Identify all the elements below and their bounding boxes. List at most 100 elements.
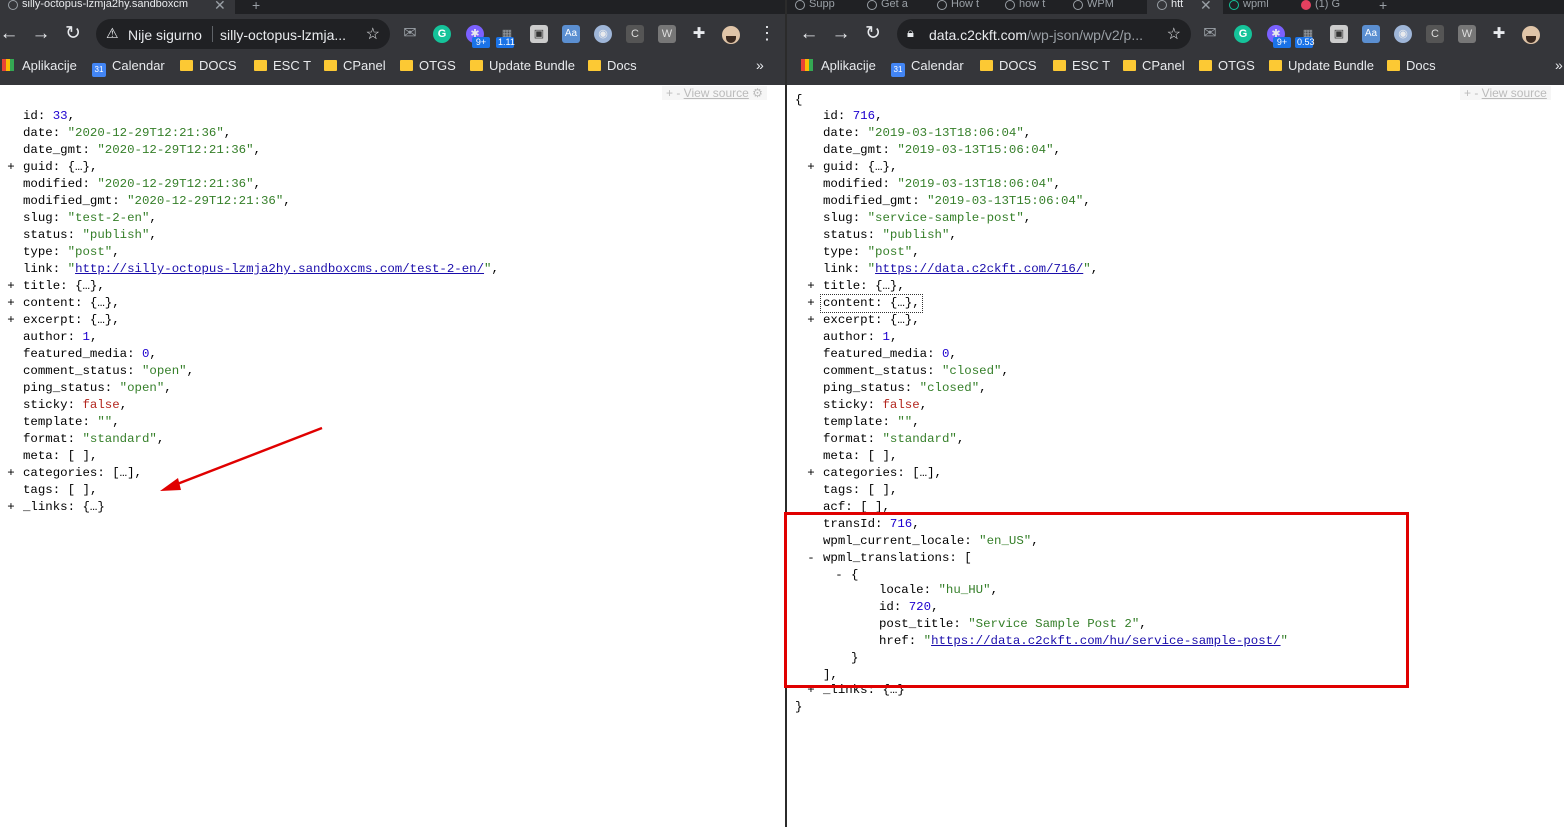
expand-toggle[interactable]: + <box>6 295 16 312</box>
tab-strip: Supp Get a How t how t WPM htt ✕ wpml (1… <box>787 0 1564 14</box>
expand-toggle[interactable]: + <box>806 312 816 329</box>
view-source-link[interactable]: View source <box>684 86 749 100</box>
bookmark-apps[interactable]: Aplikacije <box>2 58 77 73</box>
close-tab-icon[interactable]: ✕ <box>1200 0 1212 14</box>
collapse-toggle[interactable]: - <box>834 567 844 584</box>
bookmark-folder[interactable]: Docs <box>588 58 637 73</box>
bookmark-star-icon[interactable]: ☆ <box>366 24 380 44</box>
toolbar: ← → ↻ 🔒︎ data.c2ckft.com/wp-json/wp/v2/p… <box>787 17 1564 51</box>
expand-toggle[interactable]: + <box>806 159 816 176</box>
puzzle-icon[interactable]: ✚ <box>1490 25 1508 43</box>
json-link[interactable]: https://data.c2ckft.com/hu/service-sampl… <box>931 634 1280 648</box>
tab[interactable]: how t <box>1005 0 1065 14</box>
tab[interactable]: Supp <box>795 0 861 14</box>
address-bar[interactable]: ⚠ Nije sigurno silly-octopus-lzmja... ☆ <box>96 19 390 49</box>
bookmark-folder[interactable]: CPanel <box>324 58 386 73</box>
bookmark-folder[interactable]: CPanel <box>1123 58 1185 73</box>
bookmark-folder[interactable]: Docs <box>1387 58 1436 73</box>
expand-toggle[interactable]: + <box>6 465 16 482</box>
new-tab-button[interactable]: + <box>252 0 260 13</box>
bookmark-apps[interactable]: Aplikacije <box>801 58 876 73</box>
url-text[interactable]: silly-octopus-lzmja... <box>220 27 346 43</box>
toolbar: ← → ↻ ⚠ Nije sigurno silly-octopus-lzmja… <box>0 17 785 51</box>
mail-icon[interactable]: ✉ <box>401 25 419 43</box>
collapse-toggle[interactable]: - <box>806 550 816 567</box>
dictionary-icon[interactable]: Aa <box>562 25 580 43</box>
bookmark-folder[interactable]: OTGS <box>1199 58 1255 73</box>
bookmark-folder[interactable]: Update Bundle <box>1269 58 1374 73</box>
bookmark-calendar[interactable]: 31 Calendar <box>891 58 964 77</box>
tab[interactable]: Get a <box>867 0 929 14</box>
arrow-head <box>160 478 181 491</box>
image-ext-icon[interactable]: ▣ <box>530 25 548 43</box>
forward-button[interactable]: → <box>28 21 54 47</box>
puzzle-icon[interactable]: ✚ <box>690 25 708 43</box>
json-link[interactable]: https://data.c2ckft.com/716/ <box>875 262 1083 276</box>
w-ext-icon[interactable]: W <box>658 25 676 43</box>
view-source-control[interactable]: + - View source <box>1460 86 1551 100</box>
json-link[interactable]: http://silly-octopus-lzmja2hy.sandboxcms… <box>75 262 484 276</box>
new-tab-button[interactable]: + <box>1379 0 1387 13</box>
circle-ext-icon[interactable]: ◉ <box>1394 25 1412 43</box>
bookmark-folder[interactable]: ESC T <box>1053 58 1110 73</box>
grammarly-icon[interactable]: G <box>433 25 451 43</box>
tab[interactable]: wpml <box>1229 0 1295 14</box>
address-bar[interactable]: 🔒︎ data.c2ckft.com/wp-json/wp/v2/p... ☆ <box>897 19 1191 49</box>
bookmark-star-icon[interactable]: ☆ <box>1167 24 1181 44</box>
globe-icon <box>1073 0 1083 10</box>
bookmark-folder[interactable]: DOCS <box>980 58 1037 73</box>
view-source-link[interactable]: View source <box>1482 86 1547 100</box>
tab[interactable]: (1) G <box>1301 0 1365 14</box>
close-tab-icon[interactable]: ✕ <box>214 0 226 14</box>
tab[interactable]: WPM <box>1073 0 1137 14</box>
bookmark-folder[interactable]: OTGS <box>400 58 456 73</box>
expand-toggle[interactable]: + <box>6 499 16 516</box>
back-button[interactable]: ← <box>796 21 822 47</box>
globe-icon <box>1005 0 1015 10</box>
calendar-icon: 31 <box>92 63 106 77</box>
circle-ext-icon[interactable]: ◉ <box>594 25 612 43</box>
annotation-arrow <box>160 426 323 491</box>
bookmarks-overflow-button[interactable]: » <box>1555 57 1563 73</box>
view-source-control[interactable]: + - View source ⚙ <box>662 86 767 100</box>
expand-toggle[interactable]: + <box>6 278 16 295</box>
folder-icon <box>180 60 193 71</box>
globe-icon <box>1157 0 1167 10</box>
expand-toggle[interactable]: + <box>6 312 16 329</box>
app-icon <box>1301 0 1311 10</box>
expand-toggle[interactable]: + <box>806 465 816 482</box>
tab-active[interactable]: silly-octopus-lzmja2hy.sandboxcm <box>0 0 235 14</box>
menu-dots-icon[interactable]: ⋮ <box>758 23 776 44</box>
expand-toggle[interactable]: + <box>806 278 816 295</box>
avatar[interactable] <box>720 24 742 46</box>
dictionary-icon[interactable]: Aa <box>1362 25 1380 43</box>
image-ext-icon[interactable]: ▣ <box>1330 25 1348 43</box>
reload-button[interactable]: ↻ <box>860 21 886 47</box>
reload-button[interactable]: ↻ <box>60 21 86 47</box>
expand-toggle[interactable]: + <box>6 159 16 176</box>
c-ext-icon[interactable]: C <box>626 25 644 43</box>
tab[interactable]: How t <box>937 0 997 14</box>
grammarly-icon[interactable]: G <box>1234 25 1252 43</box>
bookmarks-bar: Aplikacije 31 Calendar DOCS ESC T CPanel … <box>787 55 1564 79</box>
expand-toggle[interactable]: + <box>806 295 816 312</box>
forward-button[interactable]: → <box>828 21 854 47</box>
menu-dots-icon[interactable]: ⋮ <box>1557 23 1564 44</box>
mail-icon[interactable]: ✉ <box>1201 25 1219 43</box>
w-ext-icon[interactable]: W <box>1458 25 1476 43</box>
globe-icon <box>937 0 947 10</box>
avatar[interactable] <box>1520 24 1542 46</box>
url-text[interactable]: data.c2ckft.com/wp-json/wp/v2/p... <box>929 27 1143 43</box>
expand-toggle[interactable]: + <box>806 682 816 699</box>
bookmark-folder[interactable]: ESC T <box>254 58 311 73</box>
bookmark-folder[interactable]: Update Bundle <box>470 58 575 73</box>
globe-icon <box>795 0 805 10</box>
globe-icon <box>8 0 18 10</box>
c-ext-icon[interactable]: C <box>1426 25 1444 43</box>
omnibox-separator <box>212 26 213 42</box>
back-button[interactable]: ← <box>0 21 22 47</box>
bookmark-calendar[interactable]: 31 Calendar <box>92 58 165 77</box>
folder-icon <box>1387 60 1400 71</box>
bookmark-folder[interactable]: DOCS <box>180 58 237 73</box>
bookmarks-overflow-button[interactable]: » <box>756 57 764 73</box>
